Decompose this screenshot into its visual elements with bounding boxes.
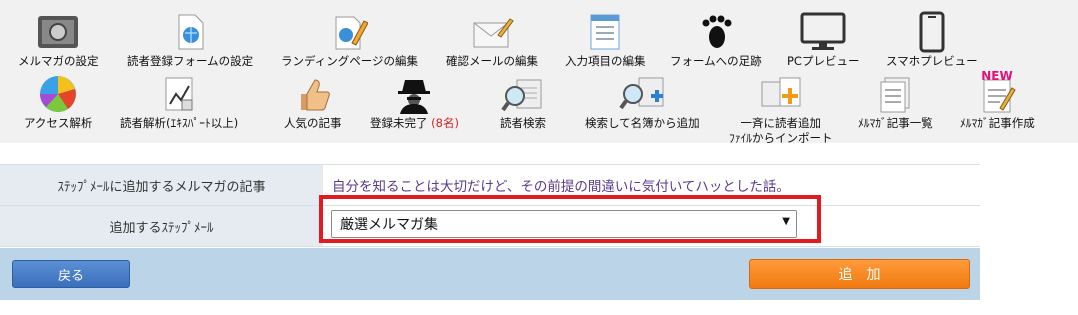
- tool-reader-analytics[interactable]: 読者解析(ｴｷｽﾊﾟｰﾄ以上): [120, 72, 238, 131]
- document-stack-icon: [872, 72, 918, 116]
- tool-confirm-mail-edit[interactable]: 確認メールの編集: [446, 10, 538, 69]
- edit-page-icon: [326, 10, 372, 54]
- article-title: 自分を知ることは大切だけど、その前提の間違いに気付いてハッとした話。: [332, 179, 790, 195]
- monitor-icon: [800, 10, 846, 54]
- toolbar: メルマガの設定 読者登録フォームの設定 ランディングページの編集 確認メールの編…: [0, 0, 1078, 146]
- tool-popular-articles[interactable]: 人気の記事: [284, 72, 342, 131]
- step-mail-label: 追加するｽﾃｯﾌﾟﾒｰﾙ: [0, 206, 323, 246]
- bulk-import-icon: [758, 72, 804, 116]
- back-button[interactable]: 戻る: [12, 260, 130, 288]
- tool-reader-search[interactable]: 読者検索: [500, 72, 546, 131]
- tool-create-article[interactable]: NEW ﾒﾙﾏｶﾞ記事作成: [960, 68, 1035, 131]
- spy-icon: [391, 72, 437, 116]
- envelope-edit-icon: [469, 10, 515, 54]
- thumbs-up-icon: [290, 72, 336, 116]
- tool-incomplete-registrations[interactable]: 登録未完了 (8名): [370, 72, 459, 131]
- incomplete-count-badge: (8名): [431, 116, 459, 130]
- settings-panel-icon: [35, 10, 81, 54]
- chart-document-icon: [156, 72, 202, 116]
- pie-chart-icon: [35, 72, 81, 116]
- tool-access-analytics[interactable]: アクセス解析: [24, 72, 92, 131]
- footprint-icon: [693, 10, 739, 54]
- form-list-icon: [582, 10, 628, 54]
- search-add-icon: [619, 72, 665, 116]
- article-label: ｽﾃｯﾌﾟﾒｰﾙに追加するメルマガの記事: [0, 165, 323, 205]
- tool-landing-page-edit[interactable]: ランディングページの編集: [281, 10, 418, 69]
- search-news-icon: [500, 72, 546, 116]
- tool-search-add-from-list[interactable]: 検索して名簿から追加: [585, 72, 700, 131]
- step-mail-select[interactable]: 厳選メルマガ集 ▼: [331, 210, 797, 238]
- add-button[interactable]: 追加: [749, 259, 970, 289]
- tool-bulk-add-readers[interactable]: 一斉に読者追加 ﾌｧｲﾙからインポート: [729, 72, 833, 146]
- new-article-icon: NEW: [974, 68, 1020, 116]
- smartphone-icon: [909, 10, 955, 54]
- tool-registration-form-settings[interactable]: 読者登録フォームの設定: [127, 10, 253, 69]
- new-badge: NEW: [982, 69, 1013, 83]
- tool-form-footprint[interactable]: フォームへの足跡: [670, 10, 762, 69]
- globe-document-icon: [167, 10, 213, 54]
- dropdown-arrow-icon: ▼: [782, 216, 790, 227]
- tool-article-list[interactable]: ﾒﾙﾏｶﾞ記事一覧: [858, 72, 933, 131]
- step-mail-selected-value: 厳選メルマガ集: [340, 217, 438, 233]
- tool-input-fields-edit[interactable]: 入力項目の編集: [565, 10, 646, 69]
- tool-smartphone-preview[interactable]: スマホプレビュー: [886, 10, 978, 69]
- tool-mailmag-settings[interactable]: メルマガの設定: [18, 10, 99, 69]
- tool-pc-preview[interactable]: PCプレビュー: [787, 10, 859, 69]
